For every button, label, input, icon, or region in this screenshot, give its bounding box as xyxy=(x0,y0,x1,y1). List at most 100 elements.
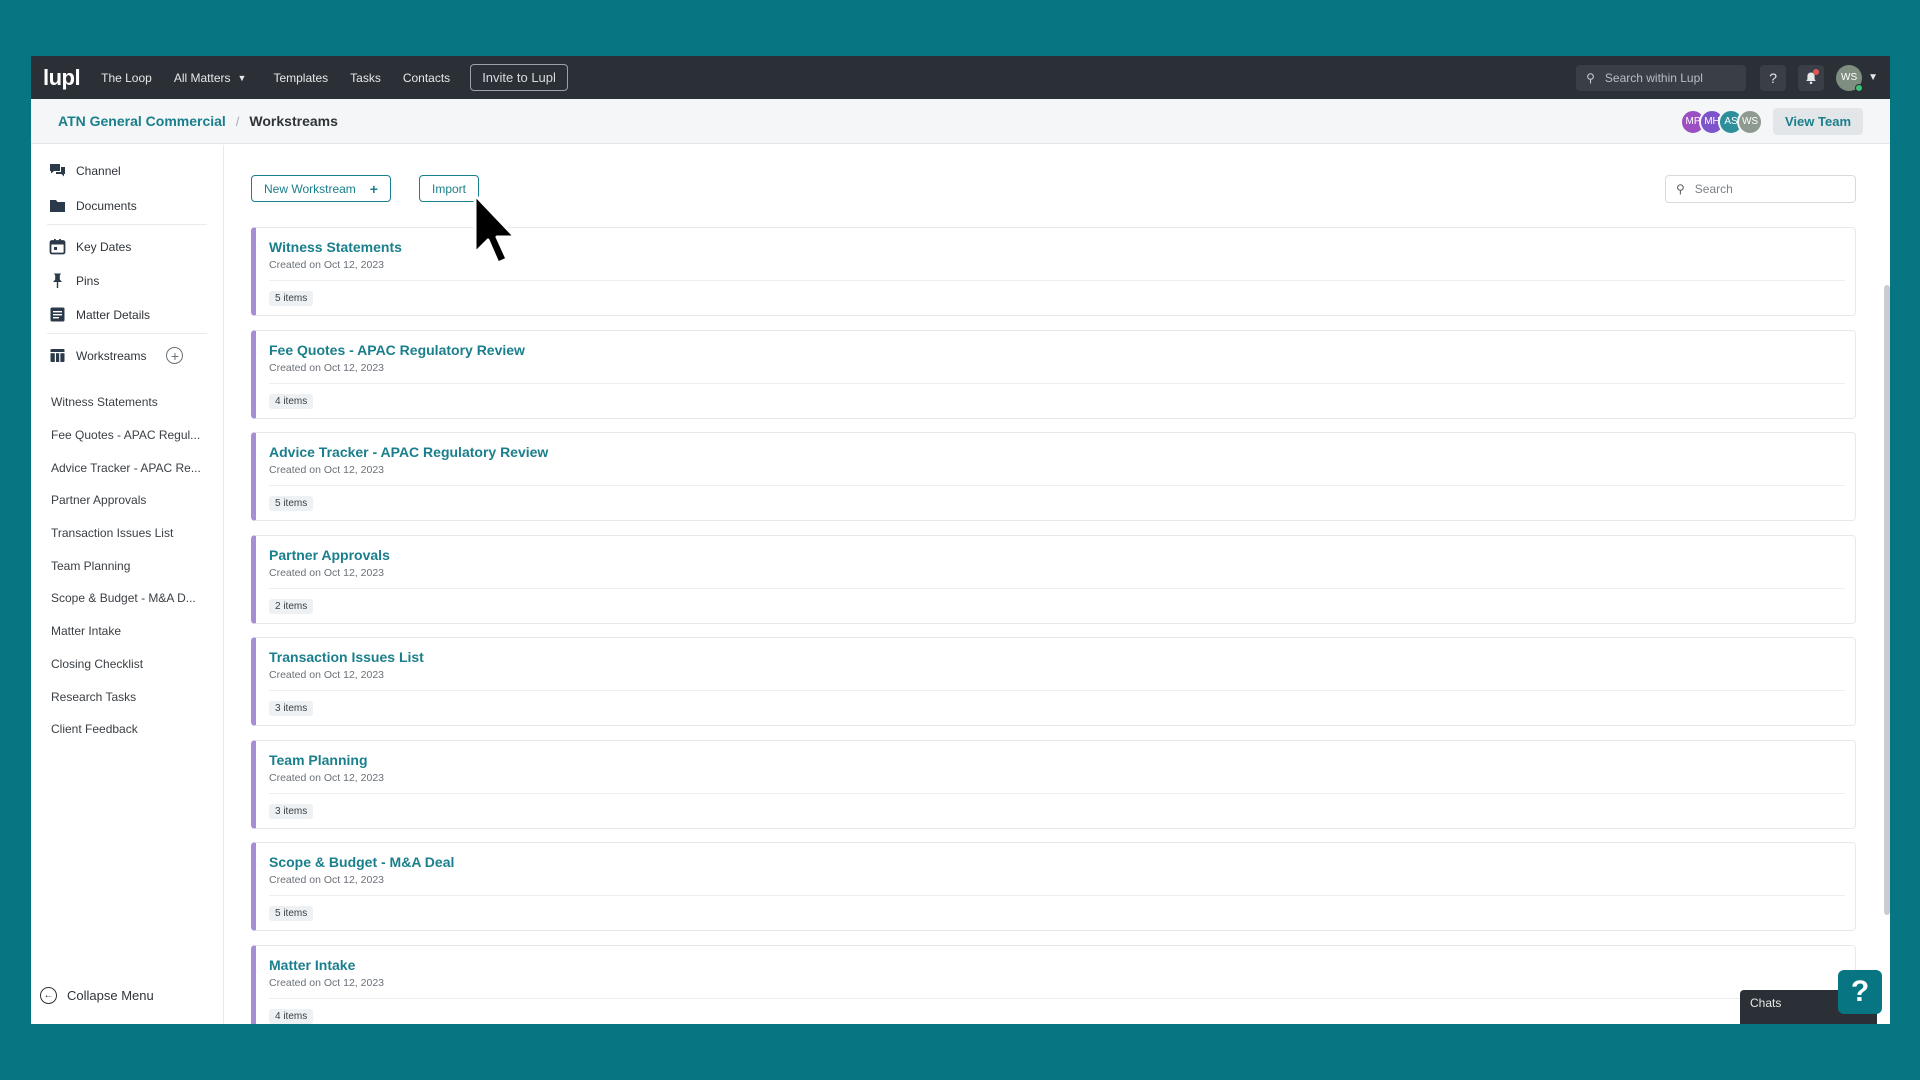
top-nav: lupl The Loop All Matters ▼ Templates Ta… xyxy=(31,56,1890,99)
folder-icon xyxy=(50,200,65,212)
sidebar: Channel Documents Key Dates Pins Matter … xyxy=(31,145,224,1024)
search-icon: ⚲ xyxy=(1676,182,1685,196)
workstream-card[interactable]: Team Planning Created on Oct 12, 2023 3 … xyxy=(251,739,1856,829)
item-count-badge: 4 items xyxy=(269,393,314,409)
notifications-button[interactable] xyxy=(1798,64,1825,91)
sidebar-workstream-link[interactable]: Scope & Budget - M&A D... xyxy=(51,582,211,615)
sidebar-workstream-link[interactable]: Closing Checklist xyxy=(51,648,211,681)
user-menu-chevron-icon[interactable]: ▼ xyxy=(1868,72,1878,83)
view-team-button[interactable]: View Team xyxy=(1773,108,1863,135)
sidebar-item-matter-details[interactable]: Matter Details xyxy=(49,306,150,323)
page-title: Workstreams xyxy=(249,113,338,129)
user-avatar[interactable]: WS xyxy=(1836,64,1864,92)
workstream-card[interactable]: Fee Quotes - APAC Regulatory Review Crea… xyxy=(251,329,1856,419)
sidebar-item-label: Channel xyxy=(76,163,121,178)
workstream-created-date: Created on Oct 12, 2023 xyxy=(269,259,384,271)
collapse-menu-button[interactable]: ← Collapse Menu xyxy=(40,987,154,1004)
sidebar-divider xyxy=(47,333,207,334)
workstream-card-list: Witness Statements Created on Oct 12, 20… xyxy=(251,227,1856,1024)
sidebar-workstream-link[interactable]: Partner Approvals xyxy=(51,484,211,517)
card-divider xyxy=(269,690,1845,691)
card-divider xyxy=(269,280,1845,281)
sidebar-item-label: Key Dates xyxy=(76,239,132,254)
workstream-created-date: Created on Oct 12, 2023 xyxy=(269,874,384,886)
calendar-icon xyxy=(49,239,66,255)
workstream-title[interactable]: Advice Tracker - APAC Regulatory Review xyxy=(269,444,548,460)
workstream-title[interactable]: Partner Approvals xyxy=(269,547,390,563)
item-count-badge: 3 items xyxy=(269,803,314,819)
sidebar-item-key-dates[interactable]: Key Dates xyxy=(49,238,131,255)
workstream-title[interactable]: Witness Statements xyxy=(269,239,402,255)
sidebar-workstream-link[interactable]: Fee Quotes - APAC Regul... xyxy=(51,419,211,452)
card-divider xyxy=(269,997,1845,999)
workstream-title[interactable]: Team Planning xyxy=(269,752,368,768)
sidebar-workstream-link[interactable]: Matter Intake xyxy=(51,615,211,648)
sidebar-item-pins[interactable]: Pins xyxy=(49,272,99,289)
workstream-list: Witness Statements Fee Quotes - APAC Reg… xyxy=(51,386,211,746)
workstream-card[interactable]: Scope & Budget - M&A Deal Created on Oct… xyxy=(251,842,1856,931)
chat-bubbles-icon xyxy=(50,164,65,177)
workstream-title[interactable]: Transaction Issues List xyxy=(269,649,424,665)
main-scrollbar[interactable] xyxy=(1884,285,1890,915)
sidebar-workstream-link[interactable]: Team Planning xyxy=(51,549,211,582)
help-fab-button[interactable]: ? xyxy=(1838,970,1882,1014)
card-divider xyxy=(269,587,1845,589)
app-window: lupl The Loop All Matters ▼ Templates Ta… xyxy=(31,56,1890,1024)
mouse-cursor-icon xyxy=(473,193,517,265)
item-count-badge: 5 items xyxy=(269,906,314,921)
card-divider xyxy=(269,485,1845,486)
team-members: MP MH AS WS View Team xyxy=(1680,108,1863,135)
sidebar-workstream-link[interactable]: Research Tasks xyxy=(51,680,211,713)
breadcrumb-separator: / xyxy=(235,113,240,129)
sidebar-workstream-link[interactable]: Advice Tracker - APAC Re... xyxy=(51,451,211,484)
sidebar-item-label: Documents xyxy=(76,198,137,213)
sidebar-workstream-link[interactable]: Transaction Issues List xyxy=(51,517,211,550)
card-divider xyxy=(269,382,1845,384)
pin-icon xyxy=(53,273,62,288)
sidebar-item-documents[interactable]: Documents xyxy=(49,197,137,214)
workstream-card[interactable]: Matter Intake Created on Oct 12, 2023 4 … xyxy=(251,944,1856,1024)
workstream-title[interactable]: Matter Intake xyxy=(269,957,355,973)
workstream-search-placeholder: Search xyxy=(1694,182,1733,196)
nav-the-loop[interactable]: The Loop xyxy=(101,71,152,85)
import-button[interactable]: Import xyxy=(419,175,480,202)
breadcrumb-matter-link[interactable]: ATN General Commercial xyxy=(58,113,226,129)
global-search-input[interactable]: ⚲ Search within Lupl xyxy=(1576,64,1747,91)
main-content: New Workstream + Import ⚲ Search Witness… xyxy=(225,145,1890,1024)
item-count-badge: 5 items xyxy=(269,291,314,306)
item-count-badge: 2 items xyxy=(269,598,314,614)
card-divider xyxy=(269,792,1845,794)
item-count-badge: 3 items xyxy=(269,701,314,716)
workstream-title[interactable]: Scope & Budget - M&A Deal xyxy=(269,854,454,870)
workstream-created-date: Created on Oct 12, 2023 xyxy=(269,361,384,374)
new-workstream-button[interactable]: New Workstream + xyxy=(251,175,391,202)
sidebar-item-label: Workstreams xyxy=(76,348,147,363)
workstream-card[interactable]: Partner Approvals Created on Oct 12, 202… xyxy=(251,534,1856,624)
workstream-card[interactable]: Advice Tracker - APAC Regulatory Review … xyxy=(251,432,1856,521)
add-workstream-icon[interactable]: + xyxy=(166,347,184,364)
workstream-title[interactable]: Fee Quotes - APAC Regulatory Review xyxy=(269,342,525,358)
nav-contacts[interactable]: Contacts xyxy=(403,71,450,85)
team-avatar[interactable]: WS xyxy=(1737,108,1763,135)
help-button[interactable]: ? xyxy=(1760,64,1787,91)
nav-all-matters[interactable]: All Matters ▼ xyxy=(174,71,247,85)
sidebar-workstream-link[interactable]: Client Feedback xyxy=(51,713,211,746)
workstream-created-date: Created on Oct 12, 2023 xyxy=(269,976,384,989)
global-search-placeholder: Search within Lupl xyxy=(1604,70,1703,85)
invite-button[interactable]: Invite to Lupl xyxy=(470,64,568,91)
new-workstream-label: New Workstream xyxy=(264,181,356,196)
workstream-search-input[interactable]: ⚲ Search xyxy=(1665,175,1856,203)
nav-tasks[interactable]: Tasks xyxy=(350,71,381,85)
nav-all-matters-label: All Matters xyxy=(173,70,231,85)
workstream-card[interactable]: Transaction Issues List Created on Oct 1… xyxy=(251,637,1856,726)
nav-templates[interactable]: Templates xyxy=(273,71,328,85)
sidebar-item-label: Matter Details xyxy=(76,307,151,322)
sidebar-item-workstreams[interactable]: Workstreams + xyxy=(49,347,184,364)
breadcrumb: ATN General Commercial / Workstreams MP … xyxy=(31,99,1890,144)
sidebar-item-channel[interactable]: Channel xyxy=(49,162,121,179)
sidebar-workstream-link[interactable]: Witness Statements xyxy=(51,386,211,419)
details-icon xyxy=(50,307,65,322)
lupl-logo[interactable]: lupl xyxy=(43,65,81,91)
workstream-created-date: Created on Oct 12, 2023 xyxy=(269,669,384,681)
import-label: Import xyxy=(432,181,467,196)
